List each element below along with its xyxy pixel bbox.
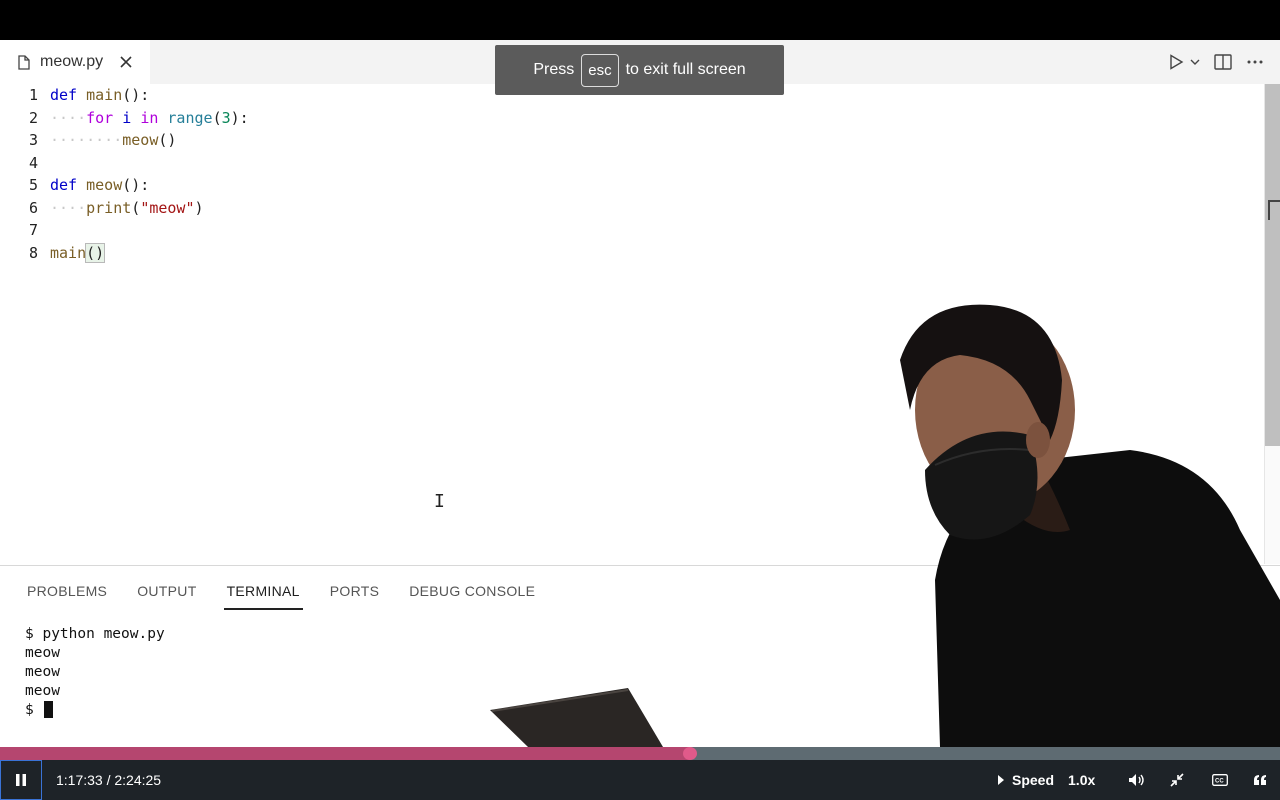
code-line: 6 ···· print("meow") xyxy=(0,197,1262,220)
more-actions-icon[interactable] xyxy=(1246,50,1264,74)
line-number: 5 xyxy=(28,176,38,195)
line-number: 8 xyxy=(28,243,38,262)
terminal-output[interactable]: $ python meow.py meow meow meow $ xyxy=(25,624,165,719)
presenter-image xyxy=(900,304,1280,747)
code-line: 3 ········ meow() xyxy=(0,129,1262,152)
laptop-image xyxy=(490,688,663,747)
tab-debug-console[interactable]: DEBUG CONSOLE xyxy=(394,572,550,610)
svg-text:CC: CC xyxy=(1215,779,1224,785)
code-line: 5 def meow (): xyxy=(0,174,1262,197)
quote-transcript-icon[interactable] xyxy=(1246,760,1274,800)
speed-label: Speed xyxy=(1012,772,1055,788)
line-number: 6 xyxy=(28,198,38,217)
pause-icon xyxy=(16,774,26,786)
code-line: 2 ···· for i in range(3): xyxy=(0,107,1262,130)
speed-control[interactable]: Speed 1.0x xyxy=(998,760,1095,800)
esc-key-badge: esc xyxy=(581,53,619,87)
code-line: 8 main() xyxy=(0,242,1262,265)
close-icon[interactable] xyxy=(117,53,135,71)
editor-tab-meow-py[interactable]: meow.py xyxy=(0,40,150,84)
captions-icon[interactable]: CC xyxy=(1206,760,1234,800)
run-icon[interactable] xyxy=(1168,50,1184,74)
tab-terminal[interactable]: TERMINAL xyxy=(212,572,315,610)
video-letterbox-top xyxy=(0,0,1280,40)
terminal-line: meow xyxy=(25,644,60,661)
code-editor[interactable]: 1 def main (): 2 ···· for i in range(3): 3 ··… xyxy=(0,84,1262,264)
terminal-cursor xyxy=(44,701,54,718)
file-icon xyxy=(18,54,30,70)
editor-toolbar xyxy=(1168,40,1264,84)
tab-problems[interactable]: PROBLEMS xyxy=(12,572,122,610)
terminal-prompt: $ xyxy=(25,701,34,718)
text-cursor-icon: I xyxy=(434,491,445,512)
chevron-right-icon xyxy=(998,775,1004,785)
volume-icon[interactable] xyxy=(1122,760,1150,800)
tab-ports[interactable]: PORTS xyxy=(315,572,394,610)
chevron-down-icon[interactable] xyxy=(1190,50,1200,74)
speed-value: 1.0x xyxy=(1068,772,1096,788)
split-editor-icon[interactable] xyxy=(1214,50,1232,74)
progress-fill xyxy=(0,747,690,760)
terminal-line: meow xyxy=(25,682,60,699)
time-display: 1:17:33 / 2:24:25 xyxy=(56,772,162,788)
toast-press-text: Press xyxy=(533,61,575,78)
line-number: 7 xyxy=(28,221,38,240)
code-line: 1 def main (): xyxy=(0,84,1262,107)
progress-handle[interactable] xyxy=(683,747,697,760)
terminal-prompt-line: $ xyxy=(25,700,165,719)
pause-button[interactable] xyxy=(0,760,42,800)
exit-fullscreen-icon[interactable] xyxy=(1163,760,1191,800)
panel-tabs: PROBLEMS OUTPUT TERMINAL PORTS DEBUG CON… xyxy=(12,572,550,610)
code-line: 4 xyxy=(0,152,1262,175)
line-number: 3 xyxy=(28,131,38,150)
toast-suffix-text: to exit full screen xyxy=(625,61,746,78)
code-line: 7 xyxy=(0,219,1262,242)
overview-ruler-mark xyxy=(1268,200,1280,220)
line-number: 4 xyxy=(28,153,38,172)
line-number: 1 xyxy=(28,86,38,105)
tab-output[interactable]: OUTPUT xyxy=(122,572,211,610)
line-number: 2 xyxy=(28,108,38,127)
terminal-line: meow xyxy=(25,663,60,680)
tab-label: meow.py xyxy=(40,53,104,70)
terminal-line: $ python meow.py xyxy=(25,625,165,642)
